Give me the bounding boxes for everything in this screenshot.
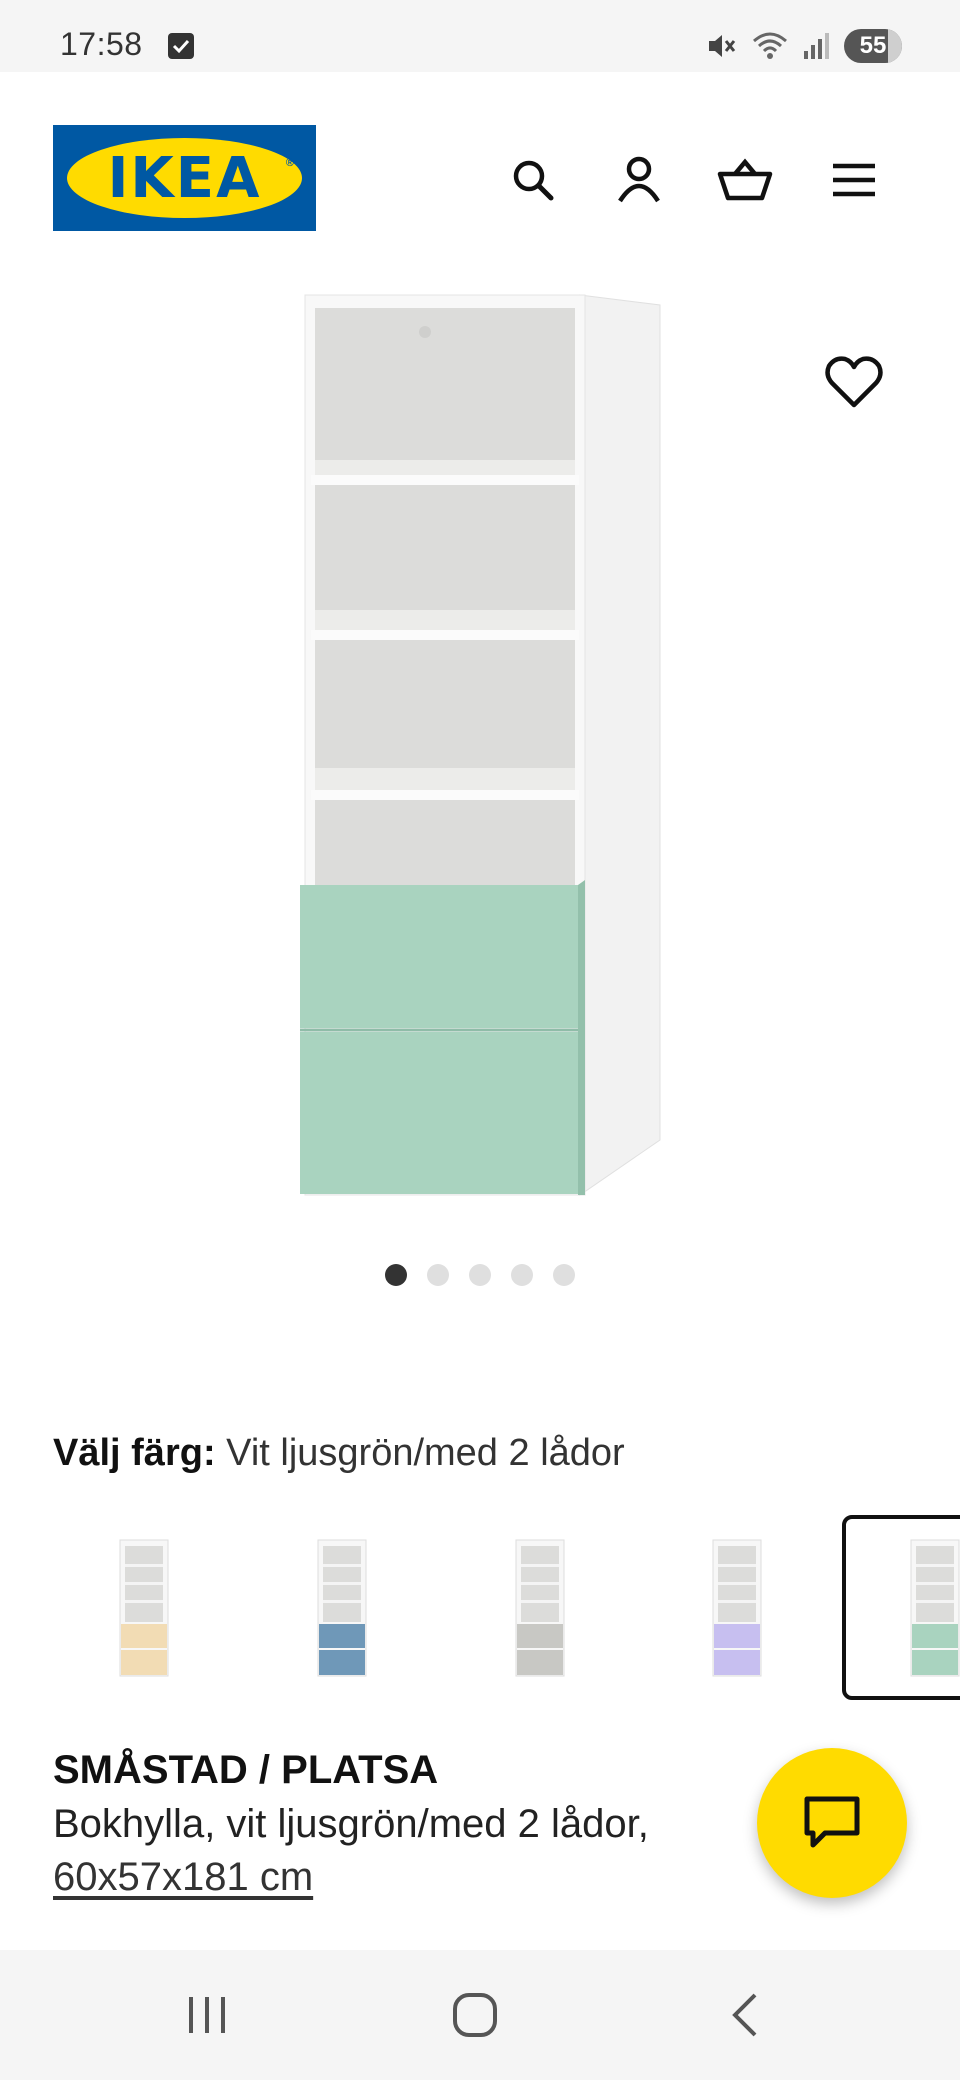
color-swatch-grey[interactable]	[481, 1515, 601, 1700]
logo-registered-mark: ®	[285, 157, 294, 169]
status-bar: 17:58 55	[0, 0, 960, 72]
color-swatches	[0, 1515, 960, 1700]
carousel-dot[interactable]	[469, 1264, 491, 1286]
checkbox-icon	[168, 33, 194, 59]
recent-apps-icon[interactable]	[167, 1980, 247, 2050]
product-description: Bokhylla, vit ljusgrön/med 2 lådor,	[53, 1802, 649, 1846]
battery-icon: 55	[844, 29, 902, 63]
mute-icon	[709, 35, 736, 57]
color-selector-label: Välj färg: Vit ljusgrön/med 2 lådor	[53, 1432, 625, 1475]
color-swatch-light-green[interactable]	[842, 1515, 960, 1700]
wifi-icon	[753, 32, 787, 59]
carousel-dot[interactable]	[553, 1264, 575, 1286]
menu-icon[interactable]	[826, 152, 882, 208]
color-swatch-lilac[interactable]	[678, 1515, 798, 1700]
favorite-heart-icon[interactable]	[825, 355, 883, 409]
search-icon[interactable]	[505, 152, 561, 208]
site-header: IKEA ®	[0, 72, 960, 282]
home-icon[interactable]	[435, 1980, 515, 2050]
cart-icon[interactable]	[717, 152, 773, 208]
carousel-dot[interactable]	[427, 1264, 449, 1286]
product-image[interactable]	[280, 280, 680, 1220]
image-carousel-dots	[0, 1264, 960, 1288]
chat-button[interactable]	[757, 1748, 907, 1898]
chat-icon	[804, 1796, 860, 1848]
logo-text: IKEA	[107, 145, 262, 211]
status-time: 17:58	[60, 26, 143, 62]
status-icons: 55	[706, 28, 902, 64]
color-swatch-blue[interactable]	[283, 1515, 403, 1700]
carousel-dot[interactable]	[385, 1264, 407, 1286]
product-name: SMÅSTAD / PLATSA	[53, 1748, 439, 1792]
ikea-logo[interactable]: IKEA ®	[53, 125, 316, 231]
account-icon[interactable]	[611, 152, 667, 208]
color-swatch-beige[interactable]	[85, 1515, 205, 1700]
system-nav-bar	[0, 1950, 960, 2080]
color-label-value: Vit ljusgrön/med 2 lådor	[226, 1432, 625, 1474]
signal-icon	[804, 33, 829, 59]
battery-level: 55	[859, 32, 887, 59]
back-icon[interactable]	[705, 1980, 785, 2050]
color-label-title: Välj färg:	[53, 1432, 216, 1474]
product-dimensions-link[interactable]: 60x57x181 cm	[53, 1855, 313, 1900]
carousel-dot[interactable]	[511, 1264, 533, 1286]
